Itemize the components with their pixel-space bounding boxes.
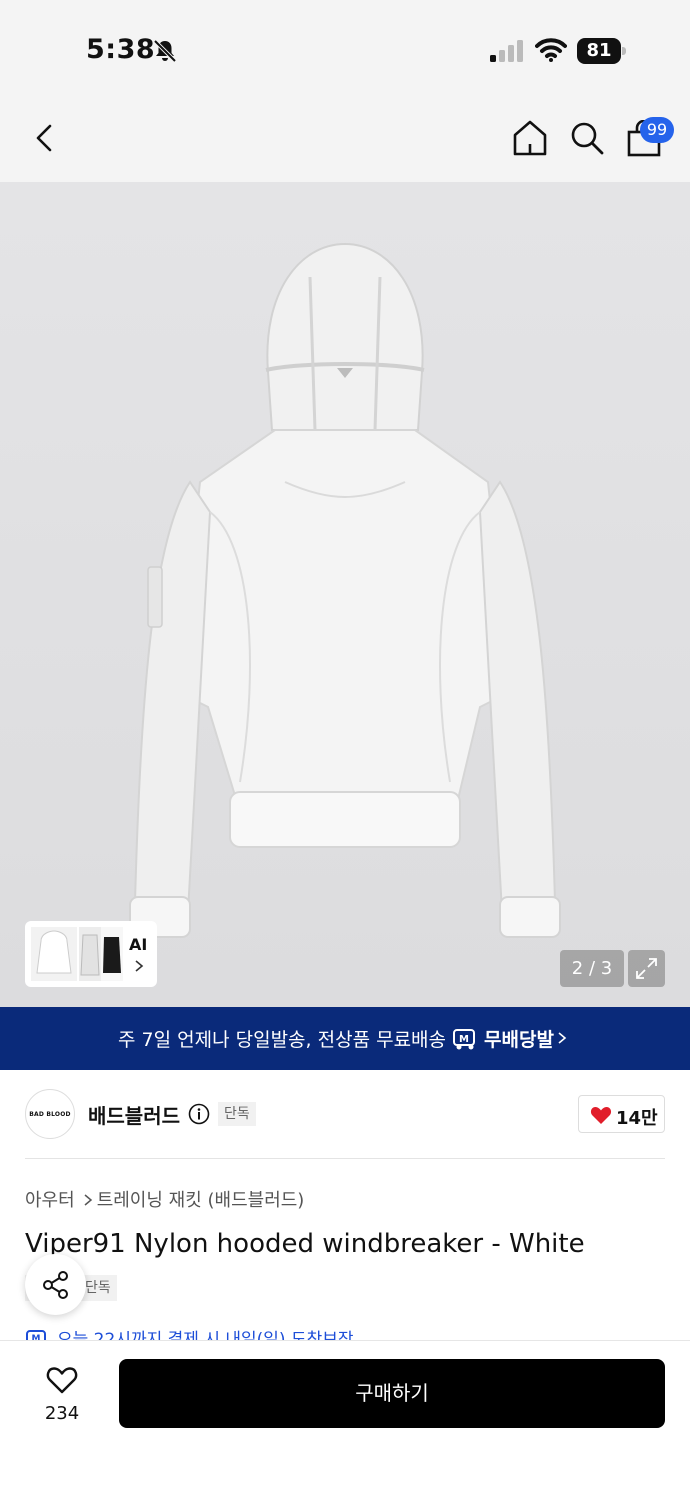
chevron-right-icon [84, 1194, 92, 1206]
product-image-gallery[interactable]: AI 2 / 3 [0, 182, 690, 1007]
brand-logo[interactable]: BAD BLOOD [25, 1089, 75, 1139]
heart-filled-icon [590, 1107, 612, 1124]
breadcrumb-item-category[interactable]: 아우터 [25, 1186, 75, 1212]
delivery-text: 오늘 22시까지 결제 시 내일(일) 도착보장 [57, 1330, 354, 1340]
breadcrumb-item-subcategory[interactable]: 트레이닝 재킷 (배드블러드) [97, 1186, 305, 1212]
thumbnail-images [31, 927, 123, 981]
buy-button[interactable]: 구매하기 [119, 1359, 665, 1428]
wishlist-button[interactable]: 234 [30, 1361, 94, 1431]
brand-like-button[interactable]: 14만 [578, 1095, 665, 1133]
chevron-right-icon [558, 1032, 567, 1044]
svg-text:M: M [459, 1034, 469, 1045]
home-icon[interactable] [511, 118, 549, 158]
heart-outline-icon [46, 1367, 78, 1394]
delivery-guarantee[interactable]: M 오늘 22시까지 결제 시 내일(일) 도착보장 [25, 1326, 354, 1340]
cart-count-badge: 99 [640, 117, 674, 143]
status-bar: 5:38 81 [0, 0, 690, 98]
product-title: Viper91 Nylon hooded windbreaker - White [25, 1229, 585, 1259]
search-icon[interactable] [568, 118, 606, 158]
exclusive-badge: 단독 [218, 1102, 256, 1126]
battery-level: 81 [577, 38, 621, 64]
signal-icon [490, 40, 523, 62]
product-image [129, 242, 561, 938]
status-time: 5:38 [86, 34, 156, 65]
ai-label: AI [129, 935, 148, 954]
promo-text: 주 7일 언제나 당일발송, 전상품 무료배송 [118, 1029, 447, 1051]
expand-image-button[interactable] [628, 950, 665, 987]
top-nav [0, 98, 690, 182]
expand-icon [636, 958, 657, 979]
promo-label: 무배당발 [484, 1029, 554, 1051]
share-icon [43, 1271, 68, 1299]
chevron-right-icon [135, 960, 144, 972]
bottom-action-bar: 234 구매하기 [0, 1340, 690, 1500]
brand-name[interactable]: 배드블러드 [88, 1100, 180, 1129]
brand-like-count: 14만 [616, 1108, 658, 1129]
ai-thumbnail-preview[interactable]: AI [25, 921, 157, 987]
info-icon[interactable] [188, 1103, 210, 1125]
image-pager: 2 / 3 [560, 950, 624, 987]
wishlist-count: 234 [44, 1403, 80, 1424]
delivery-promo-banner[interactable]: 주 7일 언제나 당일발송, 전상품 무료배송 M 무배당발 [0, 1007, 690, 1070]
bell-slash-icon [153, 39, 177, 63]
divider [25, 1158, 665, 1159]
wifi-icon [535, 38, 567, 62]
breadcrumb: 아우터 트레이닝 재킷 (배드블러드) [25, 1186, 304, 1212]
back-icon[interactable] [28, 120, 60, 156]
share-button[interactable] [25, 1254, 86, 1315]
battery-icon: 81 [577, 38, 627, 64]
delivery-truck-icon: M [453, 1029, 475, 1050]
delivery-truck-icon: M [26, 1330, 46, 1340]
